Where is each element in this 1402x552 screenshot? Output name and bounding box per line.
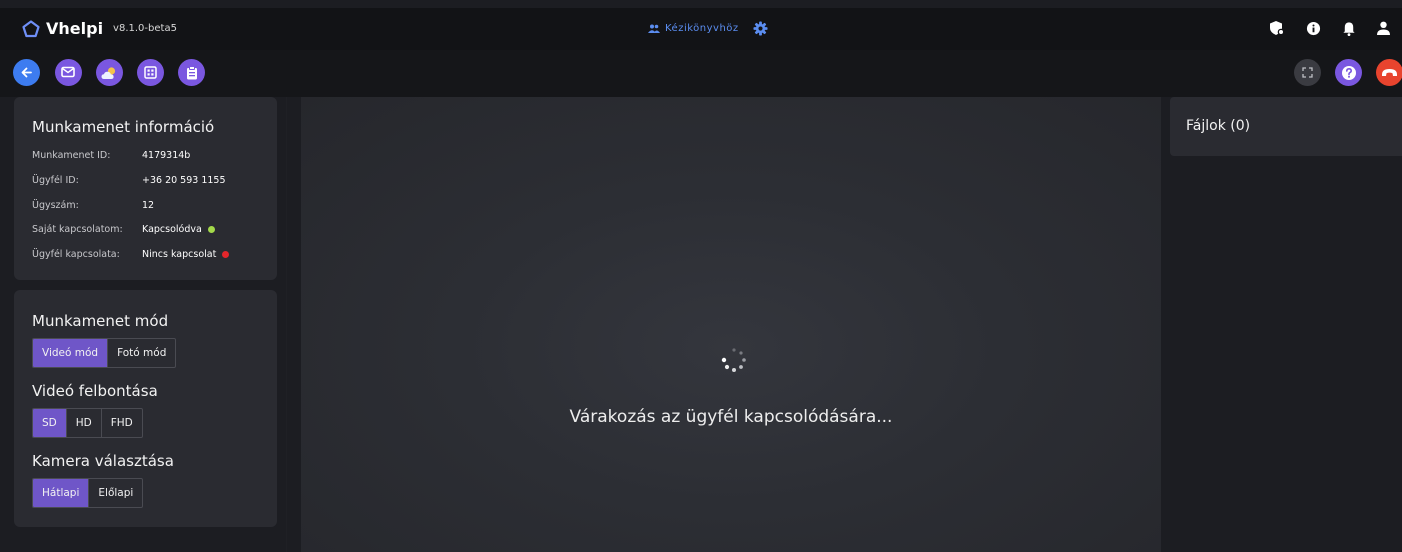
info-row: Ügyszám: 12 — [32, 200, 154, 211]
resolution-sd-button[interactable]: SD — [33, 409, 67, 437]
top-right-icons — [1269, 20, 1390, 36]
session-info-panel: Munkamenet információ Munkamenet ID: 417… — [14, 97, 277, 280]
info-row: Munkamenet ID: 4179314b — [32, 150, 190, 161]
fullscreen-button[interactable] — [1294, 59, 1321, 86]
manual-link[interactable]: Kézikönyvhöz — [648, 23, 739, 34]
sidebar-divider — [286, 97, 287, 552]
disconnected-status-dot — [222, 251, 230, 258]
weather-icon — [101, 66, 116, 79]
gear-icon[interactable] — [753, 21, 768, 36]
info-value: 12 — [142, 200, 155, 211]
app-name: Vhelpi — [46, 19, 104, 38]
info-value: 4179314b — [142, 150, 191, 161]
logo-icon — [22, 19, 40, 37]
mail-icon — [61, 66, 75, 78]
help-button[interactable] — [1335, 59, 1362, 86]
resolution-toggle: SD HD FHD — [32, 408, 143, 438]
hangup-button[interactable] — [1376, 59, 1402, 86]
info-key: Ügyfél kapcsolata: — [32, 249, 120, 260]
resolution-hd-button[interactable]: HD — [67, 409, 102, 437]
back-icon — [21, 67, 32, 78]
hangup-icon — [1382, 69, 1397, 76]
bell-icon[interactable] — [1342, 21, 1356, 36]
rear-camera-button[interactable]: Hátlapi — [33, 479, 90, 507]
info-value-wrap: Kapcsolódva — [142, 224, 215, 235]
info-value: +36 20 593 1155 — [142, 175, 226, 186]
session-info-title: Munkamenet információ — [32, 118, 215, 136]
clipboard-button[interactable] — [178, 59, 205, 86]
manual-link-label: Kézikönyvhöz — [665, 23, 739, 34]
camera-title: Kamera választása — [32, 452, 174, 470]
session-mode-title: Munkamenet mód — [32, 312, 169, 330]
info-row: Ügyfél ID: +36 20 593 1155 — [32, 175, 226, 186]
front-camera-button[interactable]: Előlapi — [89, 479, 142, 507]
info-key: Ügyszám: — [32, 200, 79, 211]
camera-toggle: Hátlapi Előlapi — [32, 478, 144, 508]
info-key: Ügyfél ID: — [32, 175, 79, 186]
resolution-fhd-button[interactable]: FHD — [102, 409, 142, 437]
shield-icon[interactable] — [1269, 20, 1285, 36]
info-row: Saját kapcsolatom: Kapcsolódva — [32, 224, 215, 235]
files-title: Fájlok (0) — [1186, 118, 1251, 134]
info-key: Munkamenet ID: — [32, 150, 111, 161]
info-icon[interactable] — [1306, 21, 1321, 36]
action-bar — [0, 50, 1402, 97]
clipboard-icon — [186, 65, 197, 79]
mail-button[interactable] — [55, 59, 82, 86]
video-stage: Várakozás az ügyfél kapcsolódására... — [301, 97, 1161, 552]
info-row: Ügyfél kapcsolata: Nincs kapcsolat — [32, 249, 230, 260]
weather-button[interactable] — [96, 59, 123, 86]
app-version: v8.1.0-beta5 — [113, 23, 177, 34]
info-value-wrap: Nincs kapcsolat — [142, 249, 230, 260]
files-panel: Fájlok (0) — [1170, 97, 1402, 156]
top-bar: Vhelpi v8.1.0-beta5 Kézikönyvhöz — [0, 8, 1402, 50]
users-icon — [648, 24, 660, 33]
manual-link-group: Kézikönyvhöz — [648, 21, 768, 36]
user-icon[interactable] — [1377, 21, 1390, 35]
session-mode-panel: Munkamenet mód Videó mód Fotó mód Videó … — [14, 290, 277, 527]
photo-mode-button[interactable]: Fotó mód — [108, 339, 175, 367]
client-connection-status: Nincs kapcsolat — [142, 249, 217, 260]
own-connection-status: Kapcsolódva — [142, 224, 202, 235]
calculator-button[interactable] — [137, 59, 164, 86]
waiting-message: Várakozás az ügyfél kapcsolódására... — [569, 407, 893, 427]
help-icon — [1341, 65, 1356, 80]
resolution-title: Videó felbontása — [32, 382, 158, 400]
fullscreen-icon — [1302, 67, 1313, 78]
calculator-icon — [144, 66, 157, 79]
info-key: Saját kapcsolatom: — [32, 224, 123, 235]
mode-toggle: Videó mód Fotó mód — [32, 338, 177, 368]
loading-spinner-icon — [721, 348, 746, 372]
connected-status-dot — [207, 226, 215, 233]
back-button[interactable] — [13, 59, 40, 86]
brand[interactable]: Vhelpi v8.1.0-beta5 — [22, 19, 177, 38]
video-mode-button[interactable]: Videó mód — [33, 339, 109, 367]
